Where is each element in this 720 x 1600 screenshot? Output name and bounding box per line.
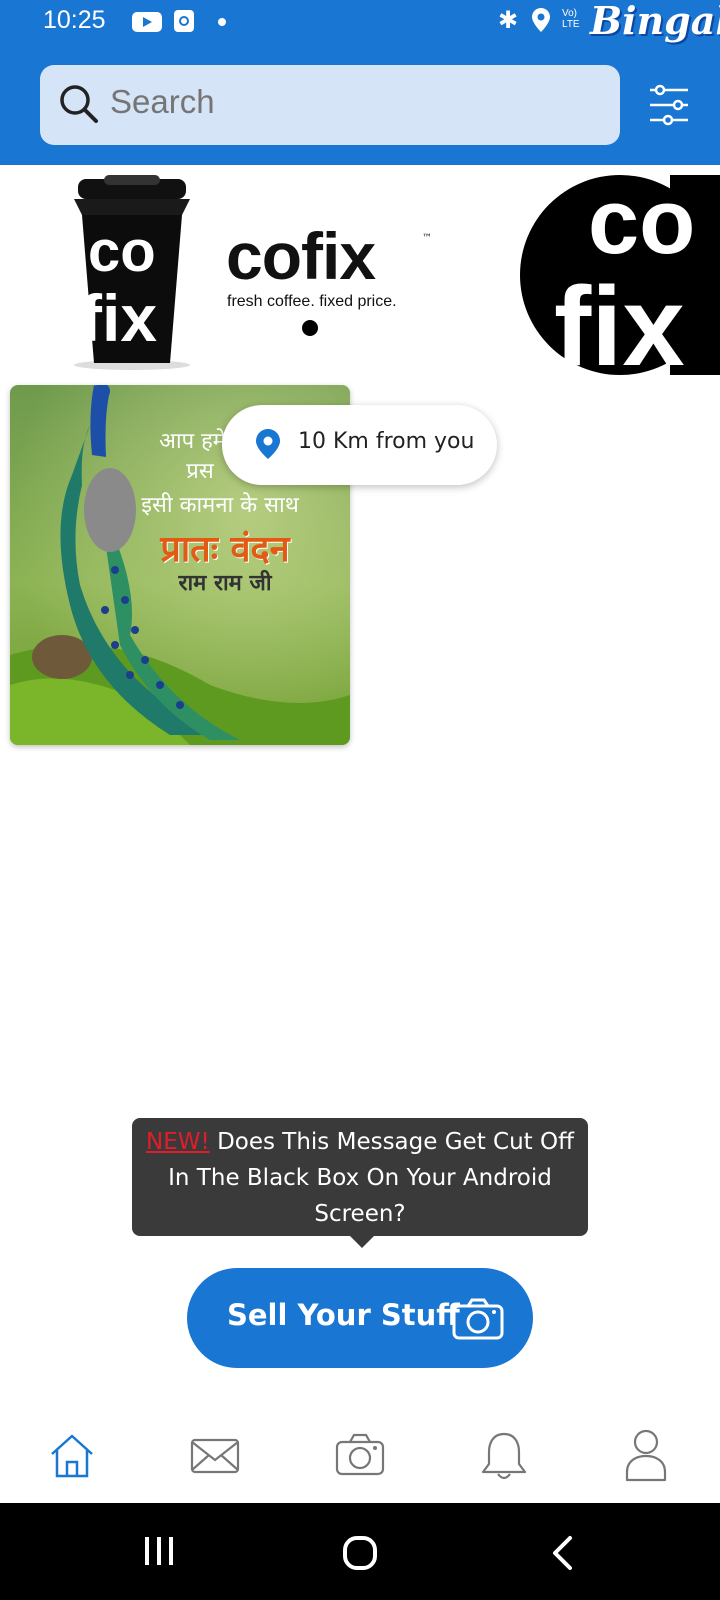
messages-icon[interactable] [190, 1438, 240, 1474]
bottom-nav [0, 1390, 720, 1503]
bluetooth-icon: ✱ [498, 6, 519, 34]
app-header: 10:25 ✱ Vo)LTE Bingalo [0, 0, 720, 165]
youtube-icon [132, 12, 162, 32]
tooltip-arrow [350, 1236, 374, 1248]
svg-text:co: co [588, 175, 695, 273]
trademark-mark: ™ [422, 233, 432, 244]
cofix-logo-image: co fix [520, 175, 720, 375]
notification-dot [218, 18, 226, 26]
sell-button-label: Sell Your Stuff [227, 1298, 460, 1332]
sell-your-stuff-button[interactable]: Sell Your Stuff [187, 1268, 533, 1368]
distance-badge: 10 Km from you [222, 405, 497, 485]
location-icon [532, 8, 550, 32]
tooltip-message: Does This Message Get Cut Off In The Bla… [168, 1129, 574, 1227]
profile-icon[interactable] [624, 1428, 668, 1482]
banner-brand: cofix [226, 219, 376, 293]
back-icon[interactable] [550, 1535, 574, 1571]
promo-banner[interactable]: co fix cofix ™ fresh coffee. fixed price… [0, 165, 720, 380]
new-label: NEW! [146, 1129, 210, 1155]
svg-text:co: co [88, 219, 156, 284]
carousel-indicator[interactable] [302, 320, 318, 336]
search-icon[interactable] [58, 83, 100, 125]
camera-icon[interactable] [335, 1432, 385, 1476]
filter-sliders-icon[interactable] [648, 84, 690, 126]
banner-tagline: fresh coffee. fixed price. [227, 293, 397, 310]
recent-apps-icon[interactable] [143, 1535, 175, 1567]
calendar-icon [174, 10, 194, 32]
image-text-line5: राम राम जी [178, 570, 272, 596]
svg-text:fix: fix [80, 281, 157, 355]
lte-indicator: Vo) LTE [562, 8, 580, 30]
image-text-line3: इसी कामना के साथ [141, 493, 299, 518]
coffee-cup-image: co fix [74, 175, 190, 370]
search-bar[interactable] [40, 65, 620, 145]
home-button-icon[interactable] [342, 1535, 378, 1571]
notifications-icon[interactable] [480, 1430, 528, 1482]
status-time: 10:25 [43, 6, 106, 34]
search-input[interactable] [110, 83, 590, 121]
distance-text: 10 Km from you [298, 429, 475, 454]
system-nav-bar [0, 1503, 720, 1600]
home-icon[interactable] [48, 1432, 96, 1480]
location-pin-icon [256, 429, 280, 459]
image-text-line4: प्रातः वंदन [160, 528, 290, 570]
svg-text:fix: fix [554, 264, 685, 375]
new-feature-tooltip[interactable]: NEW! Does This Message Get Cut Off In Th… [132, 1118, 588, 1236]
camera-icon [452, 1298, 504, 1340]
brand-watermark: Bingalo [590, 0, 720, 43]
